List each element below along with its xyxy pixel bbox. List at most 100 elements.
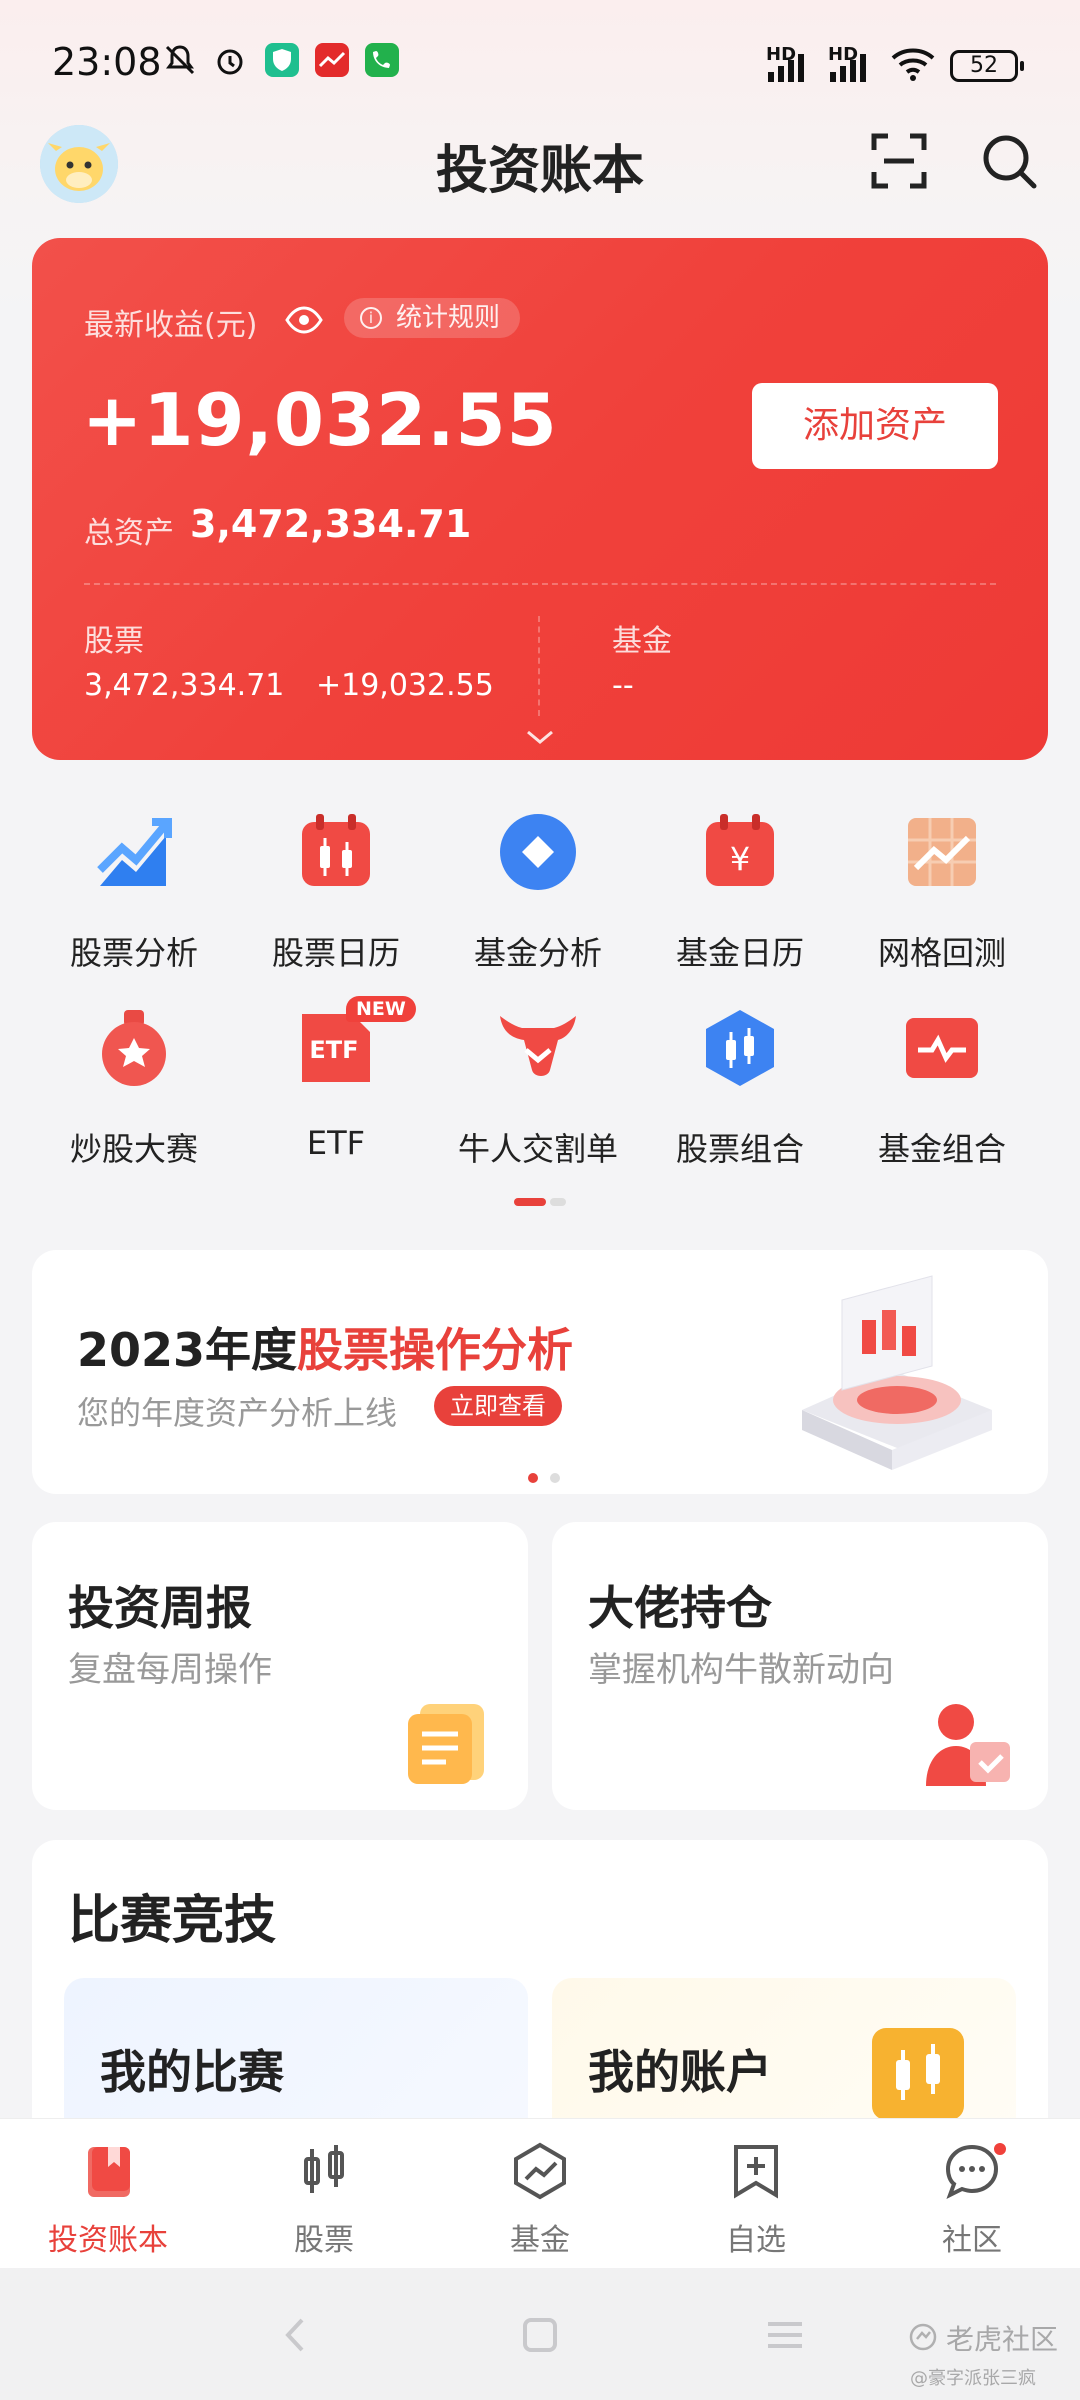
tools-page-indicator <box>514 1198 566 1206</box>
tool-fund-portfolio[interactable]: 基金组合 <box>834 996 1050 1186</box>
status-time: 23:08 <box>52 40 162 84</box>
latest-profit-value: +19,032.55 <box>82 378 558 462</box>
wifi-icon <box>891 48 935 81</box>
notification-dot <box>992 2141 1008 2157</box>
weekly-report-title: 投资周报 <box>68 1581 252 1635</box>
candlestick-icon <box>304 2145 344 2193</box>
top-holdings-card[interactable]: 大佬持仓 掌握机构牛散新动向 <box>552 1522 1048 1810</box>
stocks-value: 3,472,334.71 <box>84 668 285 703</box>
stocks-label: 股票 <box>84 624 144 659</box>
stock-analysis-icon <box>97 818 172 886</box>
statistics-rules-button[interactable]: i 统计规则 <box>344 298 521 338</box>
tool-stock-contest[interactable]: 炒股大赛 <box>26 996 242 1186</box>
funds-label: 基金 <box>612 624 672 659</box>
tool-stock-portfolio[interactable]: 股票组合 <box>632 996 848 1186</box>
tab-ledger[interactable]: 投资账本 <box>0 2119 216 2269</box>
shield-app-icon <box>265 43 299 77</box>
statistics-rules-label: 统计规则 <box>396 303 501 333</box>
ledger-icon <box>88 2147 130 2197</box>
svg-text:ETF: ETF <box>309 1036 358 1064</box>
tab-label: 社区 <box>942 2223 1002 2258</box>
stock-calendar-icon <box>302 814 370 886</box>
contest-section-title: 比赛竞技 <box>68 1891 277 1951</box>
bull-icon <box>500 1016 576 1076</box>
banner-title: 2023年度股票操作分析 <box>77 1314 573 1380</box>
stock-app-icon <box>315 43 349 77</box>
weekly-report-card[interactable]: 投资周报 复盘每周操作 <box>32 1522 528 1810</box>
banner-subtitle: 您的年度资产分析上线 <box>77 1394 398 1432</box>
asset-summary-card[interactable]: 最新收益(元) i 统计规则 +19,032.55 添加资产 总资产 3,472… <box>32 238 1048 760</box>
notebook-icon <box>408 1704 484 1784</box>
grid-backtest-icon <box>908 818 976 886</box>
tool-label: 股票组合 <box>675 1130 804 1168</box>
phone-app-icon <box>365 43 399 77</box>
add-asset-button[interactable]: 添加资产 <box>752 383 998 469</box>
signal-icon-2 <box>830 54 866 82</box>
watchlist-icon <box>734 2145 778 2199</box>
tab-label: 基金 <box>510 2223 570 2258</box>
my-contest-title: 我的比赛 <box>100 2045 284 2099</box>
stocks-profit: +19,032.55 <box>316 668 494 703</box>
card-vertical-divider <box>538 616 540 716</box>
banner-title-highlight: 股票操作分析 <box>297 1323 574 1377</box>
contest-section: 比赛竞技 我的比赛 打破圈子 与股友PK收益 我的账户 多维数据了解 <box>32 1840 1048 2160</box>
eye-icon[interactable] <box>284 300 324 340</box>
tab-funds[interactable]: 基金 <box>432 2119 648 2269</box>
analysis-illustration <box>802 1275 992 1470</box>
annual-analysis-banner[interactable]: 2023年度股票操作分析 您的年度资产分析上线 立即查看 <box>32 1250 1048 1494</box>
tool-label: 股票分析 <box>69 934 198 972</box>
card-divider <box>84 583 996 585</box>
scan-icon[interactable] <box>868 130 930 192</box>
home-icon[interactable] <box>515 2310 565 2360</box>
tab-stocks[interactable]: 股票 <box>216 2119 432 2269</box>
fund-icon <box>514 2142 566 2200</box>
total-assets-label: 总资产 <box>84 516 174 551</box>
tool-label: 牛人交割单 <box>457 1130 618 1168</box>
top-holdings-subtitle: 掌握机构牛散新动向 <box>588 1650 894 1690</box>
new-badge: NEW <box>346 996 416 1022</box>
fund-portfolio-icon <box>906 1018 978 1078</box>
watermark-author: @豪字派张三疯 <box>910 2368 1036 2389</box>
tool-fund-analysis[interactable]: 基金分析 <box>430 800 646 990</box>
watermark-logo-icon <box>909 2323 937 2351</box>
candlestick-badge-icon <box>872 2028 964 2120</box>
banner-dots <box>528 1468 572 1487</box>
medal-icon <box>102 1010 166 1086</box>
stock-portfolio-icon <box>706 1010 774 1086</box>
latest-profit-label: 最新收益(元) <box>84 308 258 343</box>
tool-fund-calendar[interactable]: ¥ 基金日历 <box>632 800 848 990</box>
mute-bell-icon <box>165 45 195 75</box>
bottom-tab-bar: 投资账本 股票 基金 自选 社区 <box>0 2118 1080 2268</box>
tab-label: 投资账本 <box>48 2223 168 2258</box>
top-holdings-title: 大佬持仓 <box>588 1581 772 1635</box>
tool-grid-backtest[interactable]: 网格回测 <box>834 800 1050 990</box>
tool-label: 网格回测 <box>877 934 1006 972</box>
svg-text:¥: ¥ <box>730 840 750 878</box>
investor-icon <box>926 1704 1010 1786</box>
view-now-button[interactable]: 立即查看 <box>434 1386 562 1426</box>
tool-stock-calendar[interactable]: 股票日历 <box>228 800 444 990</box>
tab-community[interactable]: 社区 <box>864 2119 1080 2269</box>
search-icon[interactable] <box>978 130 1040 192</box>
banner-title-prefix: 2023年度 <box>77 1323 298 1377</box>
watermark-title: 老虎社区 <box>946 2323 1059 2356</box>
back-icon[interactable] <box>272 2310 322 2360</box>
weekly-report-subtitle: 复盘每周操作 <box>68 1650 272 1690</box>
tool-label: 基金分析 <box>473 934 602 972</box>
info-icon: i <box>360 307 382 329</box>
tab-label: 股票 <box>294 2223 354 2258</box>
tool-label: 基金日历 <box>675 934 804 972</box>
tool-label: 基金组合 <box>877 1130 1006 1168</box>
alarm-icon <box>217 49 243 75</box>
tool-label: ETF <box>306 1124 366 1162</box>
tab-watchlist[interactable]: 自选 <box>648 2119 864 2269</box>
battery-indicator: 52 <box>950 50 1024 82</box>
signal-icon-1 <box>768 54 804 82</box>
tool-expert-trades[interactable]: 牛人交割单 <box>430 996 646 1186</box>
tool-stock-analysis[interactable]: 股票分析 <box>26 800 242 990</box>
tool-etf[interactable]: ETF NEW ETF <box>228 996 444 1186</box>
fund-analysis-icon <box>500 814 576 890</box>
chevron-down-icon[interactable] <box>524 728 556 746</box>
recents-icon[interactable] <box>760 2310 810 2360</box>
funds-value: -- <box>612 668 634 703</box>
